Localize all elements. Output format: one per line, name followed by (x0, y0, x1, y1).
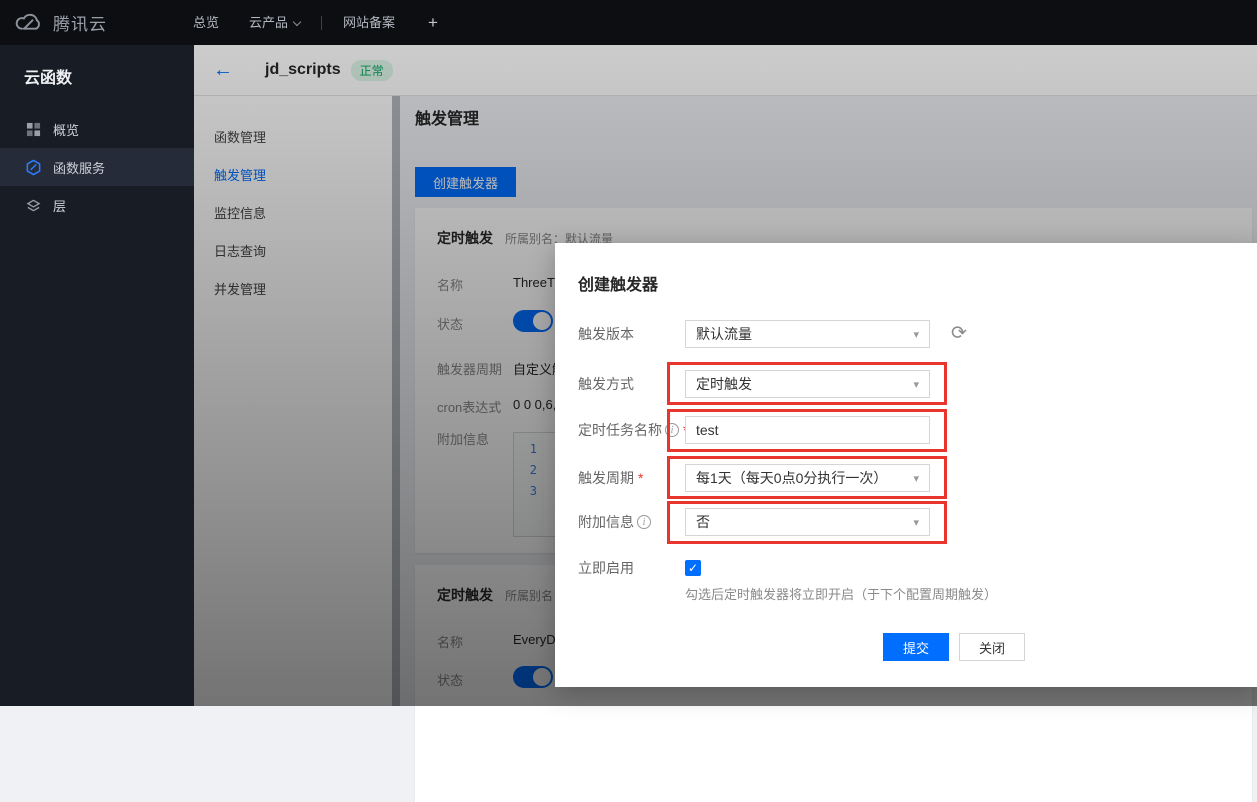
extra-info-select[interactable]: 否 ▾ (685, 508, 930, 536)
tencent-cloud-brand[interactable]: 腾讯云 (0, 10, 178, 35)
enable-now-checkbox[interactable]: ✓ (685, 560, 701, 576)
required-mark: * (638, 470, 643, 486)
nav-overview[interactable]: 总览 (178, 0, 234, 45)
sidebar-item-layers[interactable]: 层 (0, 186, 194, 224)
close-button[interactable]: 关闭 (959, 633, 1025, 661)
trigger-type-label: 触发方式 (578, 370, 634, 398)
refresh-icon[interactable]: ⟳ (945, 320, 973, 348)
sidebar-item-label: 层 (53, 196, 66, 215)
nav-icp-filing[interactable]: 网站备案 (328, 0, 410, 45)
tencent-cloud-logo-icon (14, 12, 44, 33)
product-title: 云函数 (0, 45, 194, 110)
nav-add-button[interactable]: + (410, 0, 456, 45)
submit-button[interactable]: 提交 (883, 633, 949, 661)
function-icon (24, 159, 42, 176)
top-navigation: 总览 云产品 网站备案 + (178, 0, 456, 45)
info-icon (665, 423, 679, 437)
sidebar-item-overview[interactable]: 概览 (0, 110, 194, 148)
sidebar-item-function-service[interactable]: 函数服务 (0, 148, 194, 186)
trigger-period-select[interactable]: 每1天（每天0点0分执行一次） ▾ (685, 464, 930, 492)
extra-info-label: 附加信息 (578, 508, 651, 536)
chevron-down-icon (293, 18, 301, 26)
nav-divider (321, 16, 322, 30)
chevron-down-icon: ▾ (913, 472, 919, 485)
task-name-label: 定时任务名称* (578, 416, 688, 444)
chevron-down-icon: ▾ (913, 328, 919, 341)
enable-now-hint: 勾选后定时触发器将立即开启（于下个配置周期触发） (685, 584, 997, 603)
version-label: 触发版本 (578, 320, 634, 348)
nav-cloud-products[interactable]: 云产品 (234, 0, 315, 45)
dialog-title: 创建触发器 (578, 271, 658, 295)
version-select[interactable]: 默认流量 ▾ (685, 320, 930, 348)
chevron-down-icon: ▾ (913, 516, 919, 529)
app-sidebar: 云函数 概览 函数服务 层 (0, 45, 194, 706)
task-name-field[interactable] (685, 416, 930, 444)
topbar: 腾讯云 总览 云产品 网站备案 + (0, 0, 1257, 45)
layers-icon (24, 198, 42, 213)
grid-icon (24, 122, 42, 137)
task-name-input[interactable] (696, 422, 919, 438)
create-trigger-dialog: 创建触发器 触发版本 默认流量 ▾ ⟳ 触发方式 定时触发 ▾ 定时任务名称* … (555, 243, 1257, 687)
trigger-period-label: 触发周期* (578, 464, 643, 492)
chevron-down-icon: ▾ (913, 378, 919, 391)
info-icon (637, 515, 651, 529)
trigger-type-select[interactable]: 定时触发 ▾ (685, 370, 930, 398)
enable-now-label: 立即启用 (578, 554, 634, 582)
sidebar-item-label: 概览 (53, 120, 79, 139)
sidebar-item-label: 函数服务 (53, 158, 105, 177)
brand-name: 腾讯云 (53, 10, 107, 35)
